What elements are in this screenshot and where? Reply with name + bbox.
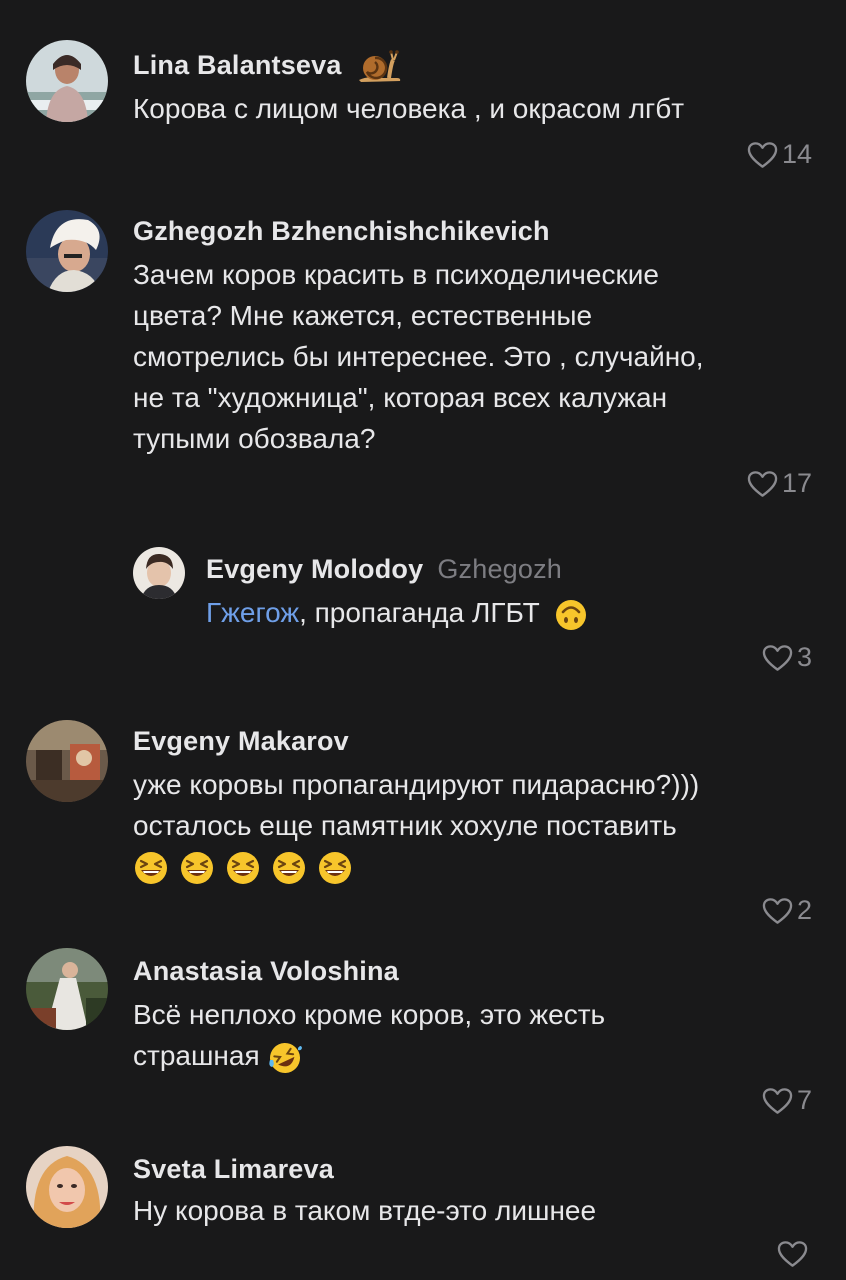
- comment-text: уже коровы пропагандируют пидарасню?))) …: [133, 769, 700, 841]
- rolling-on-floor-laughing-emoji: [267, 1040, 303, 1076]
- author-name: Sveta Limareva: [133, 1154, 334, 1184]
- comment-author[interactable]: Evgeny Makarov: [133, 726, 349, 757]
- comment-author[interactable]: Evgeny Molodoy Gzhegozh: [206, 554, 562, 585]
- laughing-face-emoji: [317, 850, 353, 886]
- comment-text: Всё неплохо кроме коров, это жесть страш…: [133, 994, 823, 1076]
- heart-icon: [762, 1087, 793, 1114]
- heart-icon: [777, 1241, 808, 1267]
- avatar[interactable]: [133, 547, 185, 599]
- mention-link[interactable]: Гжегож: [206, 597, 299, 628]
- comment-author[interactable]: Sveta Limareva: [133, 1154, 334, 1185]
- reply-to-label[interactable]: Gzhegozh: [437, 554, 562, 584]
- like-count: 7: [796, 1085, 812, 1115]
- upside-down-face-emoji: [554, 598, 588, 632]
- comment-item: Sveta Limareva Ну корова в таком втде-эт…: [0, 1140, 846, 1280]
- like-button[interactable]: 7: [762, 1085, 812, 1116]
- heart-icon: [762, 644, 793, 671]
- author-name: Anastasia Voloshina: [133, 956, 399, 986]
- avatar[interactable]: [26, 948, 108, 1030]
- like-count: 2: [796, 895, 812, 925]
- author-name: Gzhegozh Bzhenchishchikevich: [133, 216, 550, 246]
- emoji-row: [133, 850, 353, 886]
- author-name: Evgeny Molodoy: [206, 554, 424, 584]
- comment-item: Anastasia Voloshina Всё неплохо кроме ко…: [0, 940, 846, 1140]
- like-button[interactable]: [777, 1240, 812, 1268]
- like-button[interactable]: 14: [747, 139, 812, 170]
- comment-author[interactable]: Anastasia Voloshina: [133, 956, 399, 987]
- avatar[interactable]: [26, 720, 108, 802]
- like-button[interactable]: 17: [747, 468, 812, 499]
- author-name: Lina Balantseva: [133, 50, 342, 81]
- reply-item: Evgeny Molodoy Gzhegozh Гжегож, пропаганд…: [0, 520, 846, 710]
- comment-author[interactable]: Lina Balantseva: [133, 50, 401, 84]
- laughing-face-emoji: [271, 850, 307, 886]
- like-count: 14: [781, 139, 812, 169]
- heart-icon: [747, 470, 778, 497]
- heart-icon: [747, 141, 778, 168]
- comment-item: Lina Balantseva Корова с лицом человека …: [0, 0, 846, 200]
- comment-item: Evgeny Makarov уже коровы пропагандируют…: [0, 710, 846, 940]
- avatar[interactable]: [26, 1146, 108, 1228]
- comment-author[interactable]: Gzhegozh Bzhenchishchikevich: [133, 216, 550, 247]
- laughing-face-emoji: [133, 850, 169, 886]
- comment-text: Гжегож, пропаганда ЛГБТ: [206, 592, 806, 633]
- comment-item: Gzhegozh Bzhenchishchikevich Зачем коров…: [0, 200, 846, 520]
- avatar[interactable]: [26, 40, 108, 122]
- like-count: 3: [796, 642, 812, 672]
- like-button[interactable]: 3: [762, 642, 812, 673]
- author-name: Evgeny Makarov: [133, 726, 349, 756]
- avatar[interactable]: [26, 210, 108, 292]
- comment-text: Зачем коров красить в психоделические цв…: [133, 259, 704, 454]
- laughing-face-emoji: [225, 850, 261, 886]
- comment-text: Корова с лицом человека , и окрасом лгбт: [133, 93, 685, 124]
- like-button[interactable]: 2: [762, 895, 812, 926]
- like-count: 17: [781, 468, 812, 498]
- heart-icon: [762, 897, 793, 924]
- snail-icon: [357, 50, 401, 84]
- comment-text: Ну корова в таком втде-это лишнее: [133, 1195, 597, 1226]
- laughing-face-emoji: [179, 850, 215, 886]
